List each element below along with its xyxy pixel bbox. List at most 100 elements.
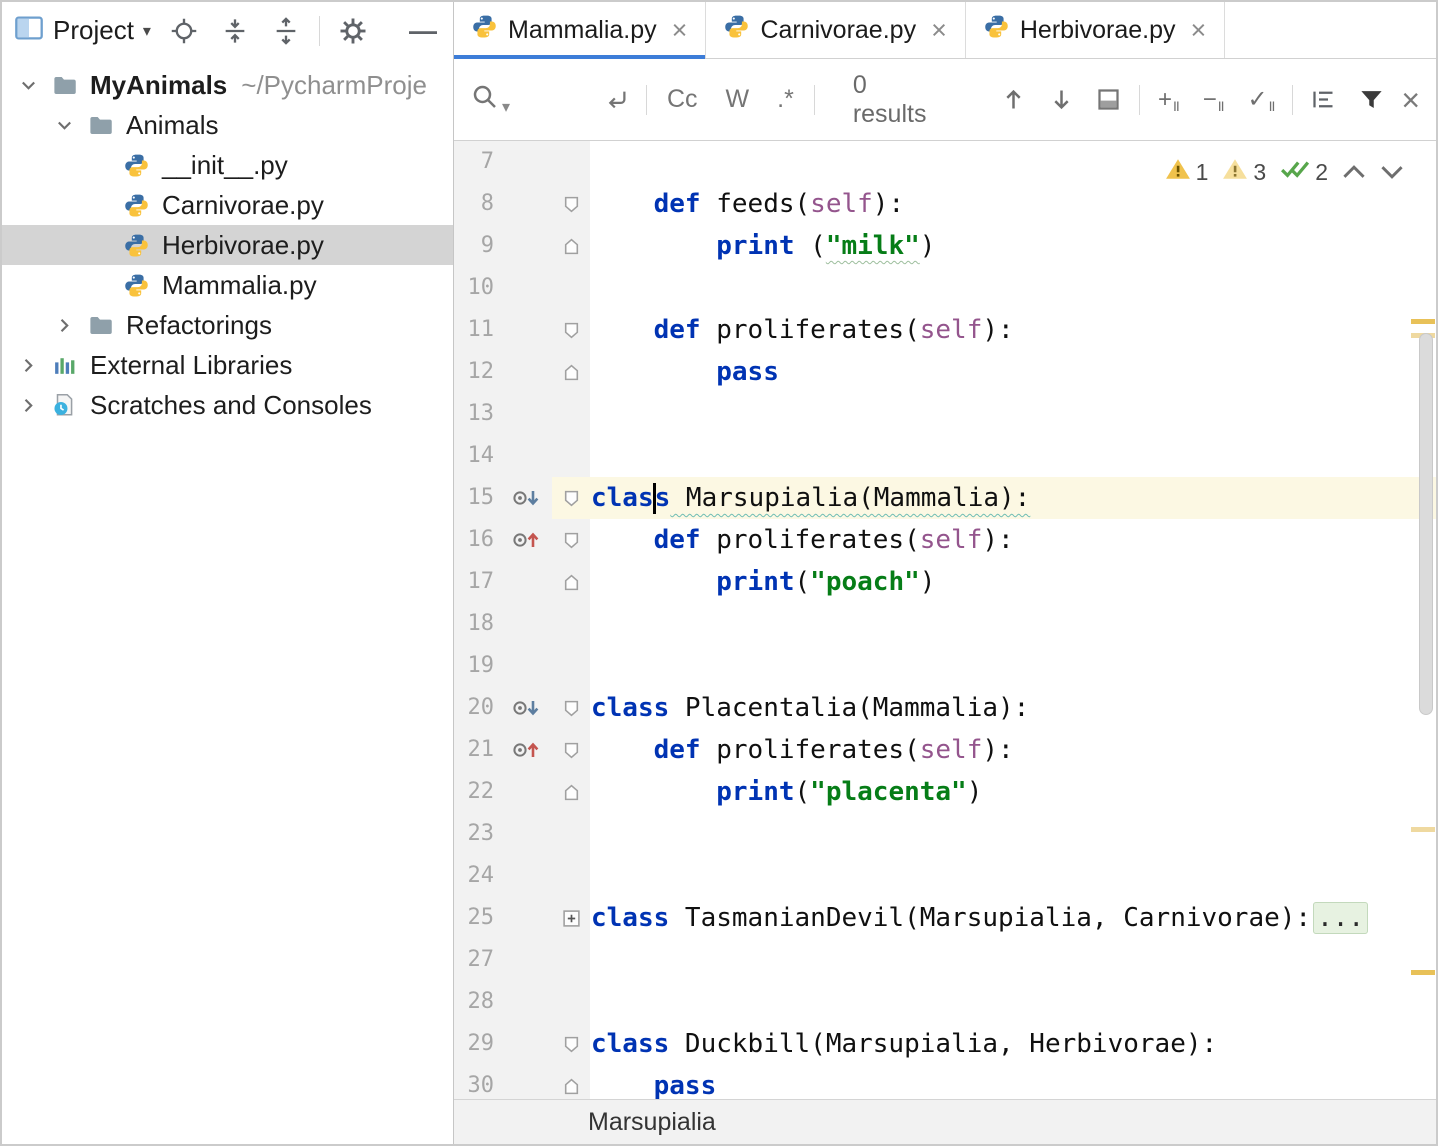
match-case-button[interactable]: Cc [659, 85, 706, 114]
code-line-28[interactable]: 28 [454, 981, 1436, 1023]
newline-icon[interactable] [598, 82, 634, 118]
fold-end-icon[interactable] [552, 1065, 590, 1099]
add-selection-icon[interactable]: +II [1152, 86, 1185, 114]
line-number[interactable]: 7 [454, 141, 500, 183]
code-line-21[interactable]: 21 def proliferates(self): [454, 729, 1436, 771]
line-number[interactable]: 20 [454, 687, 500, 729]
line-number[interactable]: 14 [454, 435, 500, 477]
fold-start-icon[interactable] [552, 1023, 590, 1065]
fold-start-icon[interactable] [552, 729, 590, 771]
project-view-selector[interactable]: Project ▾ [14, 13, 151, 48]
previous-problem-icon[interactable] [1342, 163, 1366, 181]
close-search-icon[interactable]: × [1401, 84, 1420, 116]
override-up-icon[interactable] [500, 519, 552, 561]
code-line-11[interactable]: 11 def proliferates(self): [454, 309, 1436, 351]
next-occurrence-icon[interactable] [1043, 82, 1079, 118]
tree-item-mammalia-py[interactable]: Mammalia.py [2, 265, 453, 305]
locate-file-icon[interactable] [166, 13, 202, 49]
line-number[interactable]: 15 [454, 477, 500, 519]
warnings-indicator[interactable]: 1 [1165, 157, 1209, 187]
fold-end-icon[interactable] [552, 771, 590, 813]
code-line-10[interactable]: 10 [454, 267, 1436, 309]
fold-start-icon[interactable] [552, 183, 590, 225]
line-number[interactable]: 24 [454, 855, 500, 897]
next-problem-icon[interactable] [1380, 163, 1404, 181]
tree-item-herbivorae-py[interactable]: Herbivorae.py [2, 225, 453, 265]
regex-button[interactable]: .* [769, 85, 802, 114]
tab-carnivorae-py[interactable]: Carnivorae.py× [706, 2, 965, 58]
line-number[interactable]: 9 [454, 225, 500, 267]
fold-folded-icon[interactable] [552, 897, 590, 939]
tree-item-animals[interactable]: Animals [2, 105, 453, 145]
open-in-find-window-icon[interactable] [1091, 82, 1127, 118]
expand-all-icon[interactable] [217, 13, 253, 49]
hide-panel-icon[interactable]: — [405, 13, 441, 49]
line-number[interactable]: 18 [454, 603, 500, 645]
select-all-occurrences-icon[interactable]: ✓II [1242, 85, 1281, 114]
fold-start-icon[interactable] [552, 519, 590, 561]
code-line-27[interactable]: 27 [454, 939, 1436, 981]
code-line-14[interactable]: 14 [454, 435, 1436, 477]
chevron-right-icon[interactable] [46, 316, 82, 335]
code-line-13[interactable]: 13 [454, 393, 1436, 435]
line-number[interactable]: 23 [454, 813, 500, 855]
code-line-20[interactable]: 20class Placentalia(Mammalia): [454, 687, 1436, 729]
weak-warnings-indicator[interactable]: 3 [1222, 157, 1266, 187]
code-line-15[interactable]: 15class Marsupialia(Mammalia): [454, 477, 1436, 519]
fold-end-icon[interactable] [552, 225, 590, 267]
editor[interactable]: 78 def feeds(self):9 print ("milk")1011 … [454, 141, 1436, 1099]
code-line-23[interactable]: 23 [454, 813, 1436, 855]
line-number[interactable]: 11 [454, 309, 500, 351]
tree-item-scratches-and-consoles[interactable]: Scratches and Consoles [2, 385, 453, 425]
fold-start-icon[interactable] [552, 477, 590, 519]
chevron-down-icon[interactable] [10, 76, 46, 95]
code-line-17[interactable]: 17 print("poach") [454, 561, 1436, 603]
code-line-16[interactable]: 16 def proliferates(self): [454, 519, 1436, 561]
line-number[interactable]: 17 [454, 561, 500, 603]
line-number[interactable]: 21 [454, 729, 500, 771]
words-button[interactable]: W [718, 85, 758, 114]
tree-item-myanimals[interactable]: MyAnimals~/PycharmProje [2, 65, 453, 105]
line-number[interactable]: 30 [454, 1065, 500, 1099]
code-line-18[interactable]: 18 [454, 603, 1436, 645]
folded-region[interactable]: ... [1313, 902, 1368, 934]
tree-item-init-py[interactable]: __init__.py [2, 145, 453, 185]
code-line-25[interactable]: 25class TasmanianDevil(Marsupialia, Carn… [454, 897, 1436, 939]
line-number[interactable]: 10 [454, 267, 500, 309]
tree-item-external-libraries[interactable]: External Libraries [2, 345, 453, 385]
line-number[interactable]: 12 [454, 351, 500, 393]
error-stripe-mark[interactable] [1411, 319, 1435, 324]
override-down-icon[interactable] [500, 477, 552, 519]
code-line-19[interactable]: 19 [454, 645, 1436, 687]
code-line-12[interactable]: 12 pass [454, 351, 1436, 393]
chevron-right-icon[interactable] [10, 396, 46, 415]
search-input[interactable] [512, 86, 586, 117]
code-line-29[interactable]: 29class Duckbill(Marsupialia, Herbivorae… [454, 1023, 1436, 1065]
line-number[interactable]: 22 [454, 771, 500, 813]
code-line-8[interactable]: 8 def feeds(self): [454, 183, 1436, 225]
code-line-22[interactable]: 22 print("placenta") [454, 771, 1436, 813]
line-number[interactable]: 29 [454, 1023, 500, 1065]
code-line-30[interactable]: 30 pass [454, 1065, 1436, 1099]
tree-item-refactorings[interactable]: Refactorings [2, 305, 453, 345]
line-number[interactable]: 27 [454, 939, 500, 981]
line-number[interactable]: 28 [454, 981, 500, 1023]
filter-icon[interactable] [1353, 82, 1389, 118]
search-field-group[interactable]: ▾ [470, 82, 586, 117]
fold-end-icon[interactable] [552, 561, 590, 603]
search-options-list-icon[interactable] [1305, 82, 1341, 118]
error-stripe-mark[interactable] [1411, 970, 1435, 975]
search-history-caret-icon[interactable]: ▾ [502, 97, 510, 117]
code-line-9[interactable]: 9 print ("milk") [454, 225, 1436, 267]
settings-gear-icon[interactable] [335, 13, 371, 49]
line-number[interactable]: 19 [454, 645, 500, 687]
tab-close-icon[interactable]: × [1191, 17, 1207, 44]
tab-herbivorae-py[interactable]: Herbivorae.py× [966, 2, 1225, 58]
remove-selection-icon[interactable]: −II [1197, 86, 1230, 114]
fold-end-icon[interactable] [552, 351, 590, 393]
override-up-icon[interactable] [500, 729, 552, 771]
tab-close-icon[interactable]: × [931, 17, 947, 44]
line-number[interactable]: 16 [454, 519, 500, 561]
tab-close-icon[interactable]: × [672, 17, 688, 44]
breadcrumb-item[interactable]: Marsupialia [588, 1108, 716, 1137]
